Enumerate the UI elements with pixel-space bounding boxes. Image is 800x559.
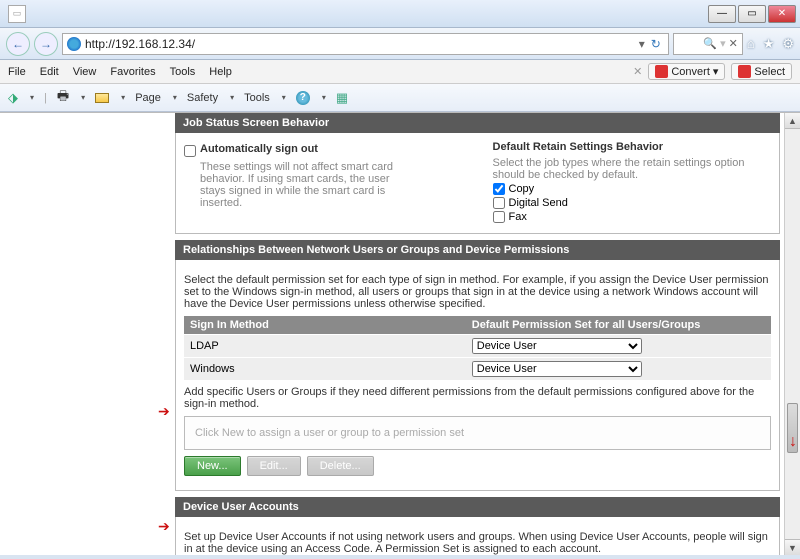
window-close-button[interactable]: ✕ — [768, 5, 796, 23]
permissions-table: Sign In Method Default Permission Set fo… — [184, 316, 771, 380]
auto-signout-help: These settings will not affect smart car… — [200, 161, 410, 209]
annotation-arrow-icon: ➔ — [158, 403, 170, 420]
menu-bar: File Edit View Favorites Tools Help ✕ Co… — [0, 60, 800, 84]
users-placeholder: Click New to assign a user or group to a… — [184, 416, 771, 450]
section-device-users-panel: Set up Device User Accounts if not using… — [175, 517, 780, 555]
settings-gear-icon[interactable]: ⚙ — [782, 36, 794, 52]
search-icon: 🔍 — [703, 37, 717, 50]
menu-favorites[interactable]: Favorites — [110, 66, 155, 78]
pdf-icon — [655, 65, 668, 78]
tab-stub[interactable]: ▭ — [8, 5, 26, 23]
rel-edit-button[interactable]: Edit... — [247, 456, 301, 476]
cmd-safety[interactable]: Safety — [187, 92, 218, 104]
retain-help: Select the job types where the retain se… — [493, 157, 772, 181]
retain-digitalsend-checkbox[interactable] — [493, 197, 505, 209]
window-minimize-button[interactable]: — — [708, 5, 736, 23]
menu-file[interactable]: File — [8, 66, 26, 78]
command-bar: ⬗▾ | 🖶▾ ▾ Page▾ Safety▾ Tools▾ ?▾ ▦ — [0, 84, 800, 112]
menu-help[interactable]: Help — [209, 66, 232, 78]
pdf-icon — [738, 65, 751, 78]
addon-close-icon[interactable]: ✕ — [633, 65, 642, 78]
ie-icon — [67, 37, 81, 51]
help-icon[interactable]: ? — [296, 91, 310, 105]
refresh-icon[interactable]: ↻ — [648, 37, 664, 51]
page-viewport: Job Status Screen Behavior Automatically… — [0, 112, 800, 555]
device-users-instructions: Set up Device User Accounts if not using… — [184, 531, 771, 555]
main-content: Job Status Screen Behavior Automatically… — [175, 113, 784, 555]
mail-icon[interactable] — [95, 93, 109, 103]
cmd-tools[interactable]: Tools — [244, 92, 270, 104]
retain-copy-label: Copy — [509, 183, 535, 195]
rel-new-button[interactable]: New... — [184, 456, 241, 476]
home-icon[interactable]: ⌂ — [747, 36, 755, 52]
retain-heading: Default Retain Settings Behavior — [493, 141, 772, 153]
menu-edit[interactable]: Edit — [40, 66, 59, 78]
stop-icon[interactable]: ✕ — [729, 37, 738, 50]
perm-th-method: Sign In Method — [184, 316, 466, 335]
annotation-arrow-down-icon: ↓ — [789, 433, 797, 451]
auto-signout-label: Automatically sign out — [200, 143, 318, 155]
perm-select-ldap[interactable]: Device User — [472, 338, 642, 354]
section-relationships-panel: Select the default permission set for ea… — [175, 260, 780, 491]
cmd-page[interactable]: Page — [135, 92, 161, 104]
auto-signout-checkbox[interactable] — [184, 145, 196, 157]
pdf-select-button[interactable]: Select — [731, 63, 792, 80]
perm-th-default: Default Permission Set for all Users/Gro… — [466, 316, 771, 335]
search-box[interactable]: 🔍 ▾ ✕ — [673, 33, 743, 55]
rel-delete-button[interactable]: Delete... — [307, 456, 374, 476]
unknown-left-icon[interactable]: ⬗ — [8, 90, 18, 106]
perm-row-ldap: LDAP — [184, 335, 466, 358]
print-icon[interactable]: 🖶 — [57, 87, 69, 109]
retain-copy-checkbox[interactable] — [493, 183, 505, 195]
pdf-convert-button[interactable]: Convert▾ — [648, 63, 725, 80]
window-maximize-button[interactable]: ▭ — [738, 5, 766, 23]
url-input[interactable]: http://192.168.12.34/ ▾ ↻ — [62, 33, 669, 55]
retain-fax-checkbox[interactable] — [493, 211, 505, 223]
extra-icon[interactable]: ▦ — [336, 90, 348, 106]
perm-select-windows[interactable]: Device User — [472, 361, 642, 377]
nav-forward-button[interactable]: → — [34, 32, 58, 56]
add-users-text: Add specific Users or Groups if they nee… — [184, 386, 771, 410]
retain-fax-label: Fax — [509, 211, 527, 223]
scroll-down-arrow-icon[interactable]: ▼ — [785, 539, 800, 555]
perm-row-windows: Windows — [184, 358, 466, 381]
address-bar: ← → http://192.168.12.34/ ▾ ↻ 🔍 ▾ ✕ ⌂ ★ … — [0, 28, 800, 60]
vertical-scrollbar[interactable]: ▲ ▼ — [784, 113, 800, 555]
favorites-star-icon[interactable]: ★ — [763, 36, 775, 52]
annotation-arrow-icon: ➔ — [158, 518, 170, 535]
retain-digitalsend-label: Digital Send — [509, 197, 568, 209]
section-relationships-header: Relationships Between Network Users or G… — [175, 240, 780, 260]
left-gutter — [0, 113, 175, 555]
scroll-up-arrow-icon[interactable]: ▲ — [785, 113, 800, 129]
section-job-status-panel: Automatically sign out These settings wi… — [175, 133, 780, 234]
menu-tools[interactable]: Tools — [170, 66, 196, 78]
nav-back-button[interactable]: ← — [6, 32, 30, 56]
window-titlebar: ▭ — ▭ ✕ — [0, 0, 800, 28]
section-device-users-header: Device User Accounts — [175, 497, 780, 517]
table-row: LDAP Device User — [184, 335, 771, 358]
table-row: Windows Device User — [184, 358, 771, 381]
url-text: http://192.168.12.34/ — [85, 37, 195, 51]
url-dropdown-icon[interactable]: ▾ — [636, 37, 648, 51]
section-job-status-header: Job Status Screen Behavior — [175, 113, 780, 133]
menu-view[interactable]: View — [73, 66, 97, 78]
relationships-instructions: Select the default permission set for ea… — [184, 274, 771, 310]
